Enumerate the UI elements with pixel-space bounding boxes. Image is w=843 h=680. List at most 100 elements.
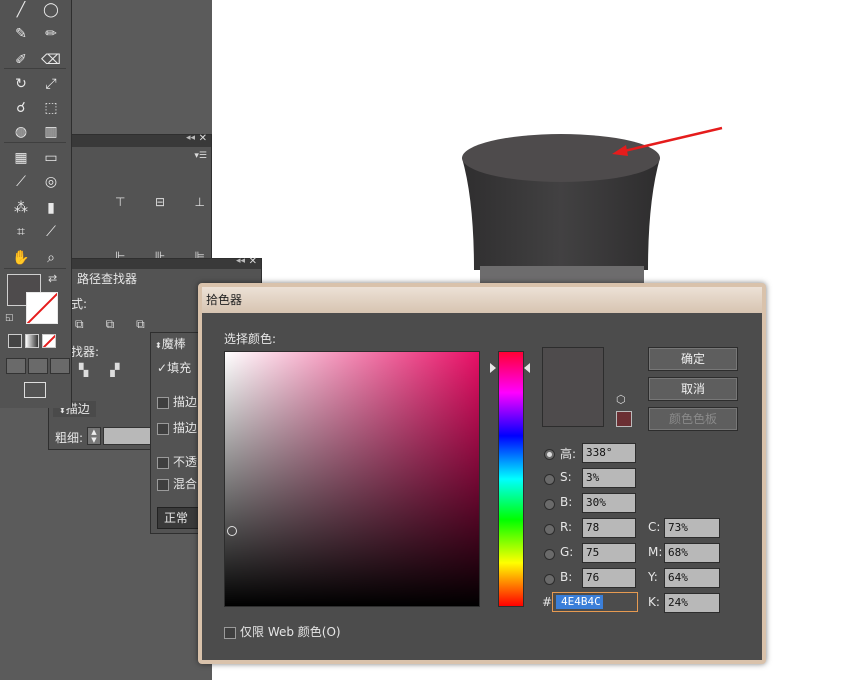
- black-label: K:: [648, 595, 660, 609]
- radio-red[interactable]: [544, 524, 555, 535]
- line-icon[interactable]: ╱: [10, 0, 32, 20]
- weight-stepper[interactable]: ▲ ▼: [87, 427, 101, 445]
- out-of-gamut-cube-icon[interactable]: ⬡: [616, 393, 626, 406]
- blue-input[interactable]: 76: [582, 568, 636, 588]
- hue-input[interactable]: 338°: [582, 443, 636, 463]
- radio-hue[interactable]: [544, 449, 555, 460]
- brightness-input[interactable]: 30%: [582, 493, 636, 513]
- radio-saturation[interactable]: [544, 474, 555, 485]
- align-vcenter-icon[interactable]: ⊟: [155, 195, 165, 209]
- scale-icon[interactable]: ⤢: [40, 74, 62, 94]
- panel-menu-icon[interactable]: ▾☰: [194, 151, 207, 161]
- radio-green[interactable]: [544, 549, 555, 560]
- mesh-icon[interactable]: ▦: [10, 148, 32, 168]
- checkbox-icon[interactable]: [157, 478, 169, 491]
- shape-builder-icon[interactable]: ◍: [10, 122, 32, 142]
- radio-blue[interactable]: [544, 574, 555, 585]
- tab-magic-wand[interactable]: ⬍魔棒: [155, 335, 186, 352]
- chart-icon[interactable]: ▥: [40, 122, 62, 142]
- tool-separator: [4, 68, 66, 69]
- artboard-icon[interactable]: ⌗: [10, 222, 32, 242]
- swap-icon[interactable]: ⇄: [48, 272, 57, 285]
- stroke-row-2[interactable]: 描边: [157, 419, 197, 436]
- select-color-label: 选择颜色:: [224, 332, 277, 346]
- eyedropper-icon[interactable]: ⟋: [10, 172, 32, 192]
- stroke-row-1[interactable]: 描边: [157, 393, 197, 410]
- ok-button[interactable]: 确定: [648, 347, 738, 371]
- checkbox-icon[interactable]: [157, 422, 169, 435]
- color-picker-dialog: 拾色器 选择颜色: ⬡ 确定 取消 颜色色板 高: 338° S: 3% B: …: [198, 283, 766, 664]
- swatches-button[interactable]: 颜色色板: [648, 407, 738, 431]
- minus-front-icon[interactable]: ⧉: [106, 317, 115, 332]
- brush-icon[interactable]: ✎: [10, 24, 32, 44]
- zoom-icon[interactable]: ⌕: [40, 248, 62, 268]
- weight-label: 粗细:: [55, 431, 84, 445]
- collapse-icon[interactable]: ◂◂: [236, 256, 245, 266]
- previous-color-swatch[interactable]: [616, 411, 632, 427]
- hex-input[interactable]: 4E4B4C: [552, 592, 638, 612]
- checkbox-icon[interactable]: [157, 396, 169, 409]
- radio-brightness[interactable]: [544, 499, 555, 510]
- yellow-input[interactable]: 64%: [664, 568, 720, 588]
- color-mode-row: [8, 334, 56, 348]
- saturation-input[interactable]: 3%: [582, 468, 636, 488]
- divide-icon[interactable]: ▚: [79, 363, 88, 377]
- unite-icon[interactable]: ⧉: [75, 317, 84, 332]
- pencil-icon[interactable]: ✏: [40, 24, 62, 44]
- checkbox-checked-icon[interactable]: ✓: [157, 361, 167, 375]
- default-colors-icon[interactable]: ◱: [5, 313, 14, 323]
- draw-mode-row: [6, 358, 70, 374]
- draw-inside-icon[interactable]: [50, 358, 70, 374]
- green-input[interactable]: 75: [582, 543, 636, 563]
- magenta-input[interactable]: 68%: [664, 543, 720, 563]
- hat-band: [480, 266, 644, 284]
- symbol-sprayer-icon[interactable]: ⁂: [10, 198, 32, 218]
- cancel-button[interactable]: 取消: [648, 377, 738, 401]
- hue-handle-right-icon[interactable]: [524, 363, 530, 373]
- hue-slider[interactable]: [498, 351, 524, 607]
- hex-label: #: [542, 595, 553, 609]
- blend-row[interactable]: 混合: [157, 475, 197, 492]
- close-icon[interactable]: ✕: [249, 256, 257, 267]
- draw-normal-icon[interactable]: [6, 358, 26, 374]
- gradient-icon[interactable]: [25, 334, 39, 348]
- intersect-icon[interactable]: ⧉: [136, 317, 145, 332]
- brightness-label: B:: [560, 495, 573, 509]
- checkbox-icon[interactable]: [224, 626, 236, 639]
- stroke-swatch[interactable]: [26, 292, 58, 324]
- blue-label: B:: [560, 570, 573, 584]
- align-panel: ◂◂ ✕ ▾☰ ⊤ ⊟ ⊥ ⊩ ⊪ ⊫: [48, 133, 212, 276]
- checkbox-icon[interactable]: [157, 456, 169, 469]
- warp-icon[interactable]: ☌: [10, 98, 32, 118]
- hue-handle-left-icon[interactable]: [490, 363, 496, 373]
- free-transform-icon[interactable]: ⬚: [40, 98, 62, 118]
- close-icon[interactable]: ✕: [199, 133, 207, 144]
- gradient-icon[interactable]: ▭: [40, 148, 62, 168]
- blend-icon[interactable]: ◎: [40, 172, 62, 192]
- ellipse-icon[interactable]: ◯: [40, 0, 62, 20]
- screen-mode-icon[interactable]: [24, 382, 46, 398]
- opacity-row[interactable]: 不透: [157, 453, 197, 470]
- blend-mode-select[interactable]: 正常: [157, 507, 203, 529]
- color-field-cursor[interactable]: [227, 526, 237, 536]
- column-graph-icon[interactable]: ▮: [40, 198, 62, 218]
- collapse-icon[interactable]: ◂◂: [186, 133, 195, 143]
- black-input[interactable]: 24%: [664, 593, 720, 613]
- align-bottom-icon[interactable]: ⊥: [195, 195, 205, 209]
- none-icon[interactable]: [42, 334, 56, 348]
- color-field[interactable]: [224, 351, 480, 607]
- draw-behind-icon[interactable]: [28, 358, 48, 374]
- color-icon[interactable]: [8, 334, 22, 348]
- cyan-input[interactable]: 73%: [664, 518, 720, 538]
- fill-row[interactable]: ✓填充: [157, 359, 191, 376]
- eraser-icon[interactable]: ⌫: [40, 50, 62, 70]
- web-colors-only-row[interactable]: 仅限 Web 颜色(O): [224, 623, 341, 640]
- trim-icon[interactable]: ▞: [110, 363, 119, 377]
- red-input[interactable]: 78: [582, 518, 636, 538]
- align-top-icon[interactable]: ⊤: [115, 195, 125, 209]
- hand-icon[interactable]: ✋: [10, 248, 32, 268]
- rotate-icon[interactable]: ↻: [10, 74, 32, 94]
- blob-brush-icon[interactable]: ✐: [10, 50, 32, 70]
- tab-pathfinder[interactable]: 路径查找器: [71, 271, 144, 287]
- slice-icon[interactable]: ⟋: [40, 222, 62, 242]
